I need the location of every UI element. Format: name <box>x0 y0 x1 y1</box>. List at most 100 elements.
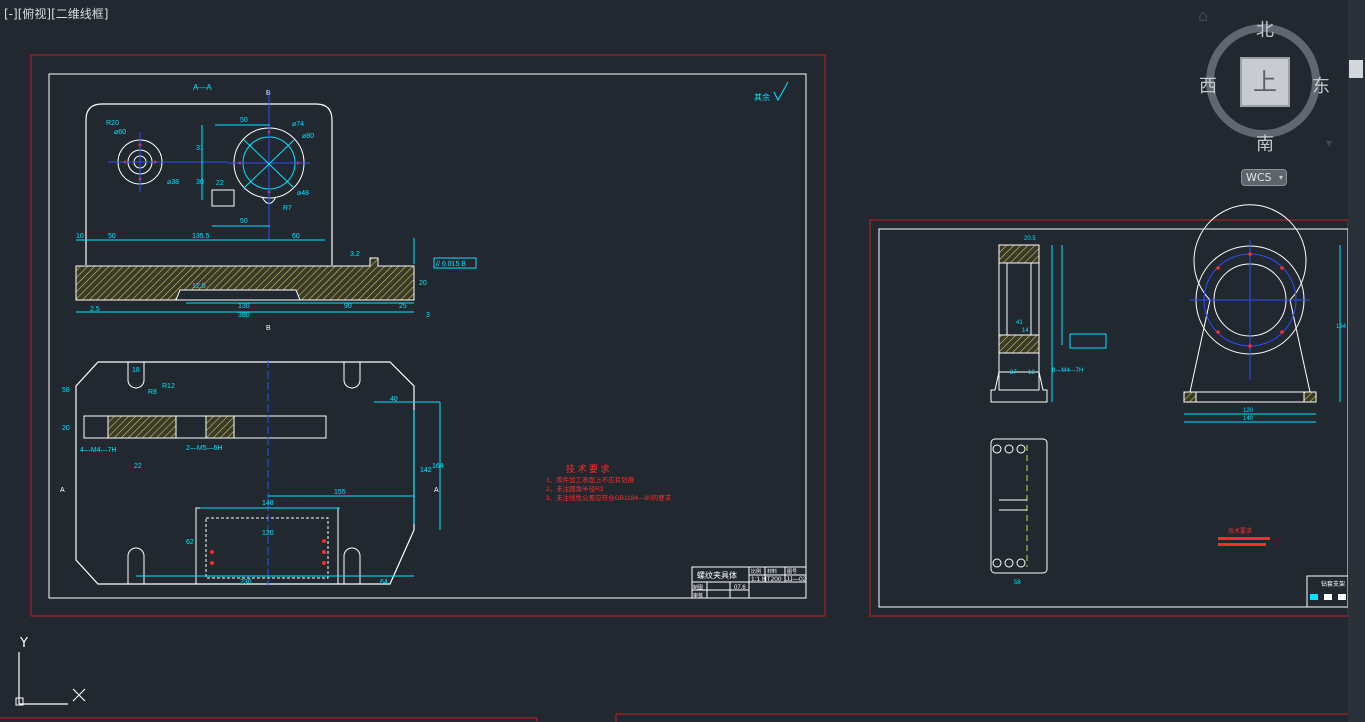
tech-req-title: 技 术 要 求 <box>566 463 610 474</box>
rib-hatch-left <box>107 415 177 439</box>
tech-req-3: 3、未注线性公差应符合GB1184—80的要求 <box>546 493 672 502</box>
front-base-hatch-r <box>1303 391 1317 403</box>
top-hole <box>1016 444 1026 454</box>
roughness-other-label: 其余 <box>754 92 770 102</box>
dim-62: 62 <box>186 539 194 546</box>
dim-20-5: 20.5 <box>1024 236 1036 242</box>
hole-mark <box>1216 266 1220 270</box>
dim-120: 120 <box>262 530 274 537</box>
dim-12-5: 12.5 <box>192 283 206 290</box>
view-menu-button[interactable]: [俯视] <box>18 7 51 21</box>
front-base <box>1183 391 1317 403</box>
viewcube-top-face[interactable]: 上 <box>1240 57 1290 107</box>
sheet2-border <box>878 228 1349 608</box>
chevron-down-icon: ▾ <box>1278 173 1283 182</box>
title-name: 螺纹夹具体 <box>697 570 737 580</box>
small-pocket <box>211 189 235 207</box>
compass-east[interactable]: 东 <box>1312 72 1330 98</box>
base-dims: 58 18 R12 R8 40 20 4—M4—7H 2—M5—6H 22 14… <box>62 367 444 586</box>
title-material-label: 材料 <box>767 568 777 575</box>
viewport-menu-button[interactable]: [-] <box>4 7 18 21</box>
cut-marker-a-left: A <box>60 487 65 494</box>
dim-phi38: ⌀38 <box>167 179 179 186</box>
title-cell <box>1324 594 1332 600</box>
roughness-32: 3.2 <box>350 251 360 258</box>
hole-mark <box>1216 330 1220 334</box>
top-hole <box>1004 558 1014 568</box>
tech-req-1: 1、零件加工表面上不应有划痕 <box>546 475 635 484</box>
visual-style-menu-button[interactable]: [二维线框] <box>51 7 108 21</box>
ucs-x-label <box>72 688 86 702</box>
dim-20-left: 20 <box>62 425 70 432</box>
sheet2-title-block <box>1306 575 1349 608</box>
dim-r7: R7 <box>283 205 292 212</box>
dim-r20: R20 <box>106 120 119 127</box>
rib-hatch-right <box>205 415 235 439</box>
title-cell <box>1338 594 1346 600</box>
dim-25: 25 <box>399 303 407 310</box>
side-hatch-mid <box>998 334 1040 354</box>
scrollbar-thumb[interactable] <box>1349 60 1363 78</box>
slot-br <box>343 547 361 584</box>
dim-r12: R12 <box>162 383 175 390</box>
wcs-dropdown[interactable]: WCS ▾ <box>1241 169 1287 186</box>
ucs-icon: Y <box>15 636 86 706</box>
compass-west[interactable]: 西 <box>1199 72 1217 98</box>
side-hatch-top <box>998 244 1040 264</box>
title-number-label: 图号 <box>787 569 797 575</box>
sheet2-title-name: 钻套支架 <box>1321 580 1345 588</box>
dim-phi74: ⌀74 <box>292 121 304 128</box>
dim-30: 30 <box>196 179 204 186</box>
title-material-value: HT200 <box>762 576 782 583</box>
dim-12: 12 <box>1028 370 1035 376</box>
dim-64: 64 <box>380 579 388 586</box>
hole-mark <box>322 550 326 554</box>
dim-phi80: ⌀80 <box>302 133 314 140</box>
sheet2-tech-line-1 <box>1218 537 1270 540</box>
cut-marker-b-bottom: B <box>266 325 271 332</box>
dim-58: 58 <box>62 387 70 394</box>
center-pocket-inner <box>205 517 329 579</box>
dim-37: 37 <box>1010 370 1017 376</box>
dim-140: 140 <box>1243 416 1254 422</box>
drawing-canvas[interactable]: 其余 A—A B R20 ⌀60 ⌀38 50 ⌀74 ⌀80 ⌀48 R7 3… <box>0 0 1365 722</box>
slot-bl <box>127 547 145 584</box>
vertical-scrollbar[interactable] <box>1348 0 1365 722</box>
drawing-sheet-2[interactable]: 20.5 41 14 37 12 8—M4—7H 120 140 184 58 … <box>869 204 1349 617</box>
section-label: A—A <box>193 83 212 92</box>
dim-22-b: 22 <box>134 463 142 470</box>
base-plate-outline <box>75 361 415 585</box>
viewport-controls[interactable]: [-][俯视][二维线框] <box>4 5 108 22</box>
ucs-y-label: Y <box>19 636 28 651</box>
dim-18: 18 <box>132 367 140 374</box>
top-hole <box>992 558 1002 568</box>
dim-10: 10 <box>76 233 84 240</box>
thread-m5: 2—M5—6H <box>186 445 223 452</box>
front-dims: 120 140 184 <box>1243 324 1347 422</box>
home-icon[interactable]: ⌂ <box>1198 6 1208 25</box>
sheet2-tolerance <box>1069 333 1107 349</box>
viewcube[interactable]: ⌂ 上 北 南 东 西 ▾ WCS ▾ <box>1198 6 1338 194</box>
title-block: 螺纹夹具体 比例 材料 图号 1:1 HT200 JJ—02 07.6 制图 审… <box>691 566 807 599</box>
cut-marker-a-right: A <box>434 487 439 494</box>
dim-22: 22 <box>216 180 224 187</box>
dim-phi48: ⌀48 <box>297 190 309 197</box>
dim-31: 31 <box>196 145 204 152</box>
drawing-sheet-1[interactable]: 其余 A—A B R20 ⌀60 ⌀38 50 ⌀74 ⌀80 ⌀48 R7 3… <box>30 54 826 617</box>
dim-90: 90 <box>344 303 352 310</box>
hole-mark <box>1248 252 1252 256</box>
title-check: 审核 <box>693 592 703 599</box>
dim-r8: R8 <box>148 389 157 396</box>
viewcube-menu-icon[interactable]: ▾ <box>1326 136 1332 150</box>
compass-south[interactable]: 南 <box>1256 130 1274 156</box>
hole-mark <box>322 539 326 543</box>
top-hole <box>992 444 1002 454</box>
hole-mark <box>210 550 214 554</box>
wcs-label: WCS <box>1246 171 1272 184</box>
dim-phi60: ⌀60 <box>114 129 126 136</box>
section-plate <box>75 257 415 301</box>
compass-north[interactable]: 北 <box>1256 16 1274 42</box>
dim-50-mid: 50 <box>240 218 248 225</box>
title-scale-label: 比例 <box>751 568 761 575</box>
side-body <box>998 244 1040 391</box>
